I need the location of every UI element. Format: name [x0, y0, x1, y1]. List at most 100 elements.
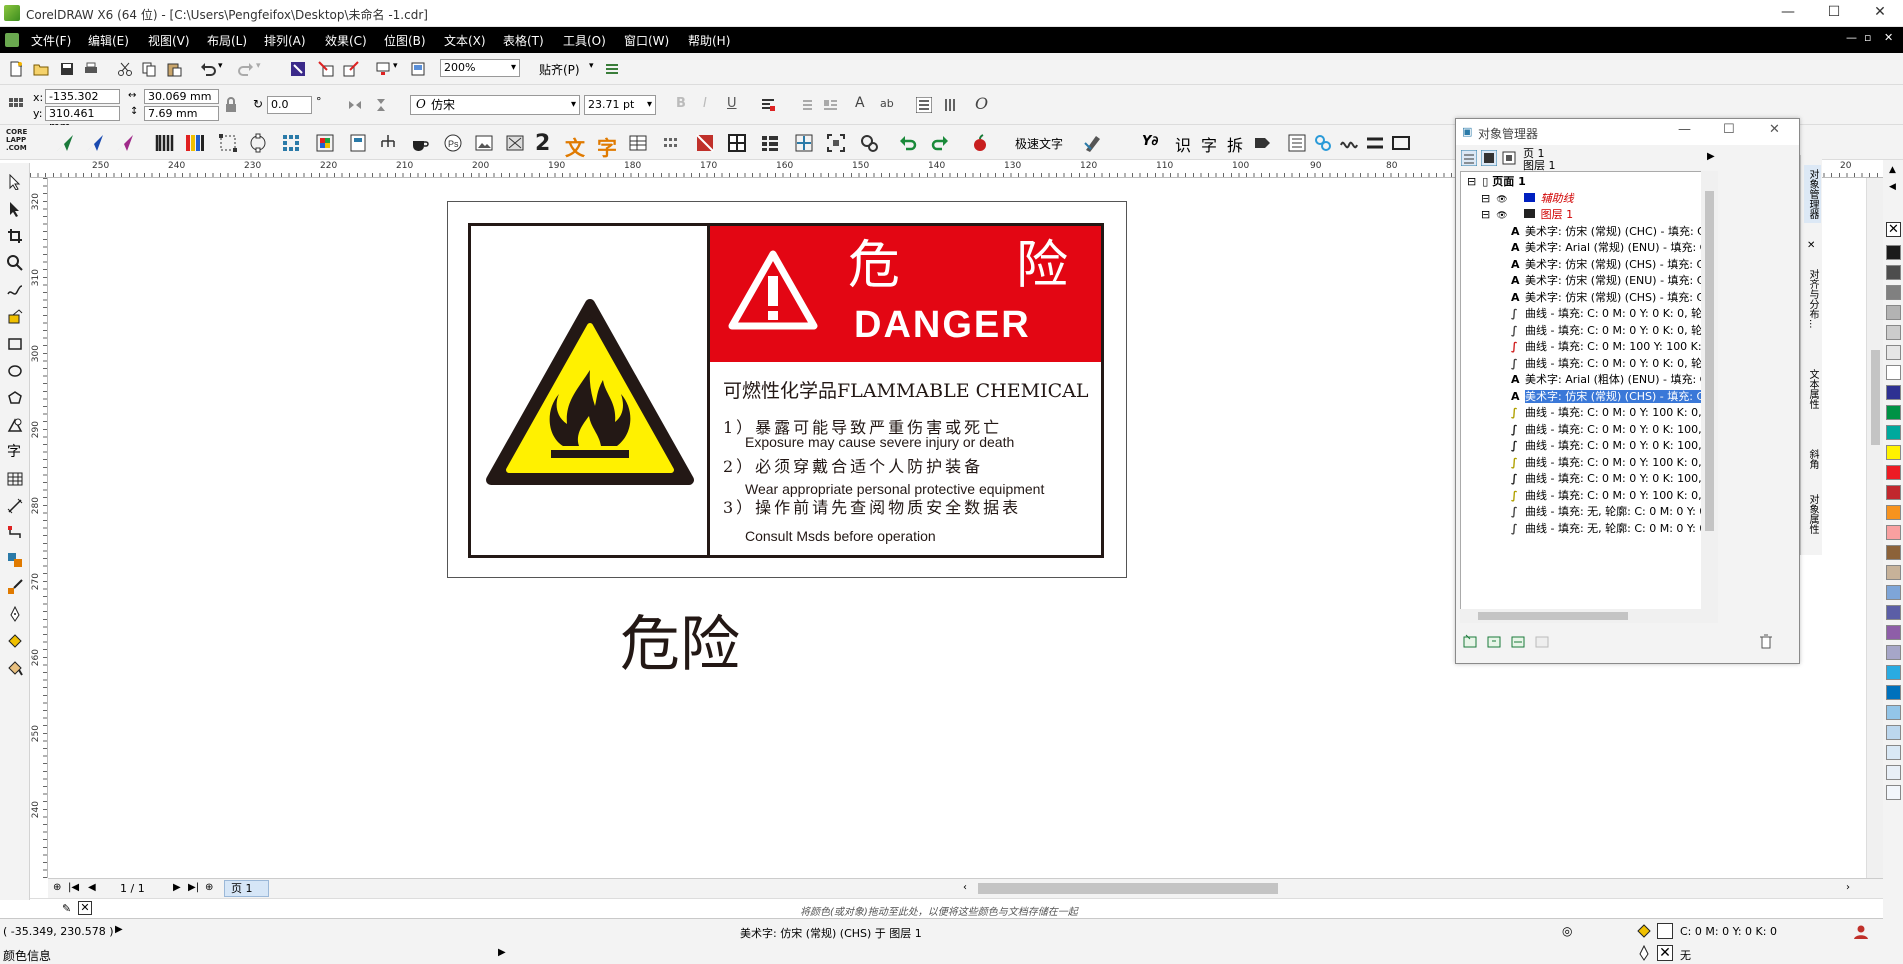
- docker-minimize-button[interactable]: —: [1678, 122, 1691, 137]
- redo-dropdown-icon[interactable]: ▾: [256, 61, 261, 71]
- menu-view[interactable]: 视图(V): [148, 32, 190, 49]
- plane-tool-icon-3[interactable]: [115, 133, 135, 153]
- color-eyedropper-tool-icon[interactable]: [7, 579, 23, 595]
- visibility-eye-icon[interactable]: 👁: [1496, 195, 1507, 205]
- horizontal-text-icon[interactable]: [916, 97, 932, 113]
- tree-layer-node[interactable]: ⊟ 👁 辅助线: [1481, 191, 1574, 207]
- no-fill-swatch[interactable]: ✕: [1886, 222, 1901, 237]
- corelapp-logo[interactable]: CORE LAPP .COM: [6, 128, 36, 152]
- layer-manager-view-icon[interactable]: [1501, 150, 1517, 166]
- zoom-level-select[interactable]: 200%: [440, 59, 520, 77]
- fill-tool-icon[interactable]: [7, 633, 23, 649]
- crop-tool-icon[interactable]: [7, 228, 23, 244]
- apple-icon[interactable]: [970, 133, 990, 153]
- polygon-tool-icon[interactable]: [7, 390, 23, 406]
- palette-swatch[interactable]: [1886, 605, 1901, 620]
- character-tool-icon[interactable]: 字: [597, 132, 617, 161]
- lock-ratio-icon[interactable]: [223, 97, 239, 113]
- freehand-tool-icon[interactable]: [7, 282, 23, 298]
- fill-color-swatch[interactable]: [1657, 923, 1673, 939]
- palette-scroll-up-icon[interactable]: ▲: [1889, 165, 1896, 175]
- vertical-scrollbar[interactable]: [1866, 178, 1883, 878]
- redo-green-icon[interactable]: [930, 133, 950, 153]
- danger-cn-char-1[interactable]: 危: [848, 236, 900, 296]
- tree-object-row[interactable]: ∫ 曲线 - 填充: C: 0 M: 0 Y: 100 K: 0, 轮廓:: [1511, 488, 1717, 504]
- palette-swatch[interactable]: [1886, 405, 1901, 420]
- menu-edit[interactable]: 编辑(E): [88, 32, 129, 49]
- canvas-danger-text[interactable]: 危险: [620, 610, 740, 680]
- tab-bevel[interactable]: 斜角: [1804, 445, 1821, 473]
- flammable-warning-symbol[interactable]: [485, 298, 695, 488]
- options-icon[interactable]: [604, 61, 620, 77]
- bullet-list-icon[interactable]: [797, 97, 813, 113]
- sign-item3-en[interactable]: Consult Msds before operation: [745, 528, 936, 544]
- zoom-tool-icon[interactable]: [7, 255, 23, 271]
- tab-object-properties[interactable]: 对象属性: [1804, 490, 1821, 538]
- visibility-eye-icon[interactable]: 👁: [1496, 211, 1507, 221]
- object-origin-icon[interactable]: [8, 97, 24, 113]
- paste-icon[interactable]: [166, 61, 182, 77]
- tree-object-row[interactable]: ∫ 曲线 - 填充: C: 0 M: 0 Y: 100 K: 0, 轮廓:: [1511, 455, 1717, 471]
- text-frame-icon[interactable]: [1391, 133, 1411, 153]
- tree-object-row[interactable]: ∫ 曲线 - 填充: C: 0 M: 0 Y: 0 K: 100, 轮廓:: [1511, 471, 1717, 487]
- first-page-button[interactable]: |◀: [68, 882, 79, 893]
- application-launcher-icon[interactable]: [375, 61, 391, 77]
- tree-layer-node[interactable]: ⊟ 👁 图层 1: [1481, 207, 1573, 223]
- palette-flyout-icon[interactable]: ◀: [1889, 182, 1896, 192]
- grid-dots-icon[interactable]: [281, 133, 301, 153]
- search-content-icon[interactable]: [290, 61, 306, 77]
- tree-expand-icon[interactable]: ⊟: [1467, 175, 1476, 188]
- palette-swatch[interactable]: [1886, 665, 1901, 680]
- basic-shapes-tool-icon[interactable]: [7, 417, 23, 433]
- close-button[interactable]: ✕: [1857, 0, 1903, 26]
- menu-bitmaps[interactable]: 位图(B): [384, 32, 426, 49]
- connector-tool-icon[interactable]: [7, 525, 23, 541]
- welcome-screen-icon[interactable]: [410, 61, 426, 77]
- show-properties-icon[interactable]: [1461, 150, 1477, 166]
- y-position-field[interactable]: 310.461 mm: [45, 106, 120, 133]
- danger-en-text[interactable]: DANGER: [854, 304, 1031, 347]
- stack-lines-icon[interactable]: [1365, 133, 1385, 153]
- docker-close-button[interactable]: ✕: [1769, 122, 1780, 137]
- list-layout-icon[interactable]: [760, 133, 780, 153]
- mirror-horizontal-icon[interactable]: [347, 97, 363, 113]
- edit-across-layers-icon[interactable]: [1481, 150, 1497, 166]
- launcher-dropdown-icon[interactable]: ▾: [393, 61, 398, 71]
- object-tree[interactable]: ⊟ ▯ 页面 1 ⊟ 👁 辅助线 ⊟ 👁 图层 1 A 美术字: 仿宋 (常规) (CHC) - 填…: [1460, 171, 1718, 623]
- eyedropper-icon[interactable]: ✎: [62, 902, 71, 915]
- palette-swatch[interactable]: [1886, 545, 1901, 560]
- new-master-layer-all-icon[interactable]: [1510, 633, 1526, 649]
- no-color-swatch[interactable]: ✕: [78, 901, 92, 915]
- dotted-grid-icon[interactable]: [662, 133, 682, 153]
- snap-to-menu[interactable]: 贴齐(P): [539, 61, 580, 78]
- tree-object-row[interactable]: ∫ 曲线 - 填充: C: 0 M: 0 Y: 0 K: 0, 轮廓: 无: [1511, 306, 1717, 322]
- doc-close-button[interactable]: ✕: [1884, 31, 1893, 44]
- height-field[interactable]: 7.69 mm: [144, 106, 219, 121]
- tree-expand-icon[interactable]: ⊟: [1481, 192, 1490, 205]
- menu-file[interactable]: 文件(F): [31, 32, 71, 49]
- split-text-button[interactable]: 拆: [1227, 132, 1243, 156]
- vertical-scroll-thumb[interactable]: [1871, 350, 1880, 445]
- menu-arrange[interactable]: 排列(A): [264, 32, 306, 49]
- dimension-tool-icon[interactable]: [7, 498, 23, 514]
- palette-swatch[interactable]: [1886, 265, 1901, 280]
- sign-main-frame[interactable]: 危 险 DANGER 可燃性化学品FLAMMABLE CHEMICAL 1）暴露…: [468, 223, 1104, 558]
- delete-icon[interactable]: [1758, 633, 1774, 649]
- palette-swatch[interactable]: [1886, 325, 1901, 340]
- opentype-features-icon[interactable]: O: [975, 94, 988, 113]
- tree-object-row[interactable]: ∫ 曲线 - 填充: C: 0 M: 0 Y: 0 K: 0, 轮廓: 无: [1511, 323, 1717, 339]
- outline-pen-tool-icon[interactable]: [7, 606, 23, 622]
- text-tool-icon[interactable]: 文: [565, 132, 585, 161]
- tree-h-scroll-thumb[interactable]: [1478, 612, 1628, 620]
- coords-arrow-icon[interactable]: ▶: [115, 924, 123, 935]
- menu-table[interactable]: 表格(T): [503, 32, 544, 49]
- character-button[interactable]: 字: [1201, 132, 1217, 156]
- table-tool-icon[interactable]: [628, 133, 648, 153]
- palette-swatch[interactable]: [1886, 285, 1901, 300]
- palette-swatch[interactable]: [1886, 465, 1901, 480]
- undo-icon[interactable]: [200, 61, 216, 77]
- palette-swatch[interactable]: [1886, 525, 1901, 540]
- tree-object-row[interactable]: A 美术字: 仿宋 (常规) (ENU) - 填充: C: 0 M: [1511, 273, 1717, 289]
- palette-swatch[interactable]: [1886, 745, 1901, 760]
- layer-color-swatch[interactable]: [1523, 209, 1535, 218]
